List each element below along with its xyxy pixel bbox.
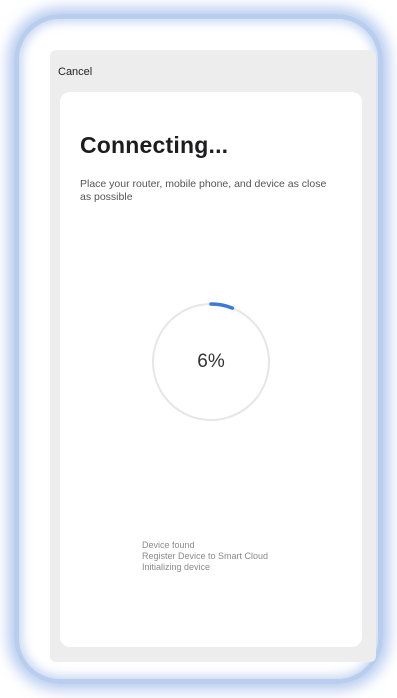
cancel-button[interactable]: Cancel	[58, 66, 92, 78]
status-step-register: Register Device to Smart Cloud	[142, 551, 269, 561]
status-steps: Device found Register Device to Smart Cl…	[142, 540, 268, 573]
top-bar: Cancel	[50, 50, 376, 92]
progress-percent: 6%	[197, 351, 225, 372]
app-screen: Cancel Connecting... Place your router, …	[50, 50, 376, 662]
progress-ring: 6%	[146, 297, 276, 427]
connecting-card: Connecting... Place your router, mobile …	[60, 92, 362, 647]
page-title: Connecting...	[80, 132, 229, 158]
instruction-text: Place your router, mobile phone, and dev…	[80, 178, 327, 203]
status-step-device-found: Device found	[142, 540, 195, 550]
status-step-initializing: Initializing device	[142, 562, 211, 572]
